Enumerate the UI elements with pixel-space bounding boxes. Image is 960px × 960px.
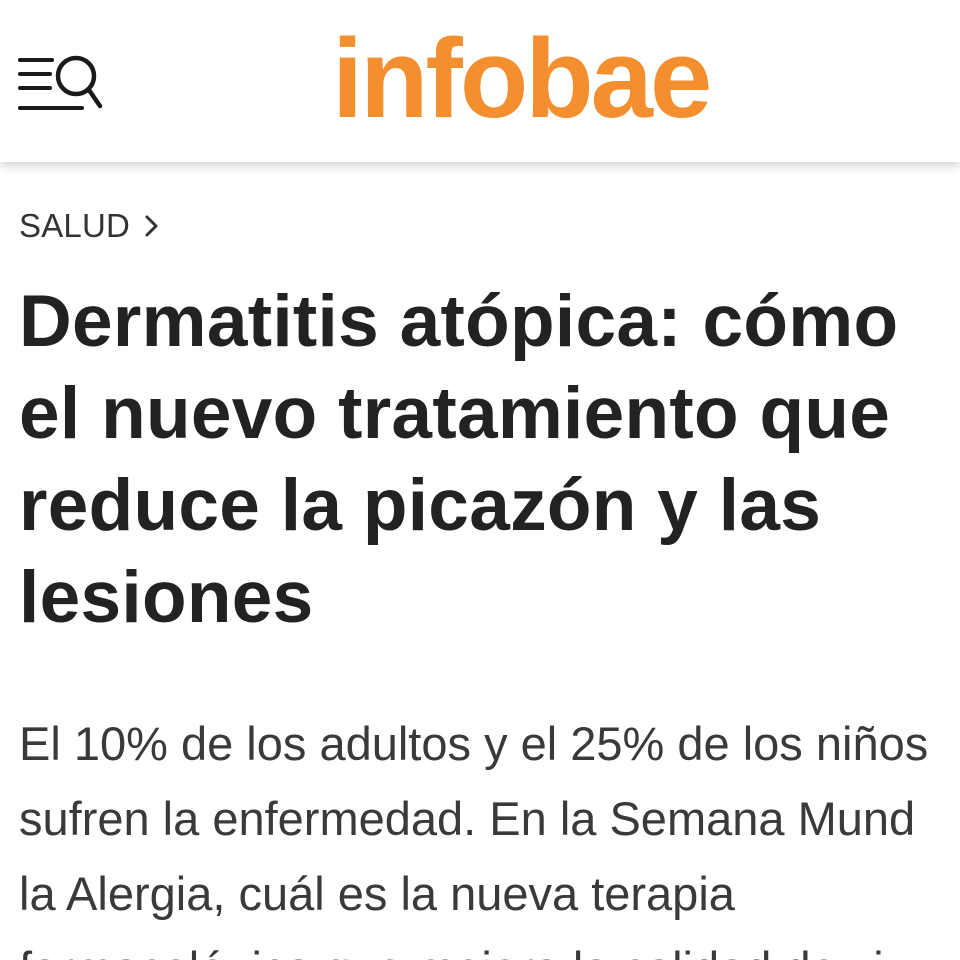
article-page: infobae SALUD Dermatitis atópica: cómo e…	[0, 0, 960, 960]
menu-search-icon	[18, 55, 103, 110]
summary-line: la Alergia, cuál es la nueva terapia	[19, 867, 735, 920]
breadcrumb-section[interactable]: SALUD	[19, 205, 130, 247]
menu-search-button[interactable]	[14, 48, 106, 120]
summary-line: farmacológica que mejora la calidad de v…	[19, 931, 960, 960]
headline-line: reduce la picazón y las	[19, 465, 822, 546]
top-app-bar: infobae	[0, 0, 960, 162]
article-summary: El 10% de los adultos y el 25% de los ni…	[19, 706, 960, 960]
summary-line: sufren la enfermedad. En la Semana Mund	[19, 792, 916, 845]
site-logo[interactable]: infobae	[332, 18, 782, 140]
headline-line: Dermatitis atópica: cómo	[19, 281, 899, 362]
summary-line: El 10% de los adultos y el 25% de los ni…	[19, 717, 929, 770]
headline-line: lesiones	[19, 557, 314, 638]
chevron-right-icon	[144, 213, 160, 239]
breadcrumb[interactable]: SALUD	[19, 205, 160, 247]
article-headline: Dermatitis atópica: cómo el nuevo tratam…	[19, 276, 960, 644]
headline-line: el nuevo tratamiento que	[19, 373, 891, 454]
